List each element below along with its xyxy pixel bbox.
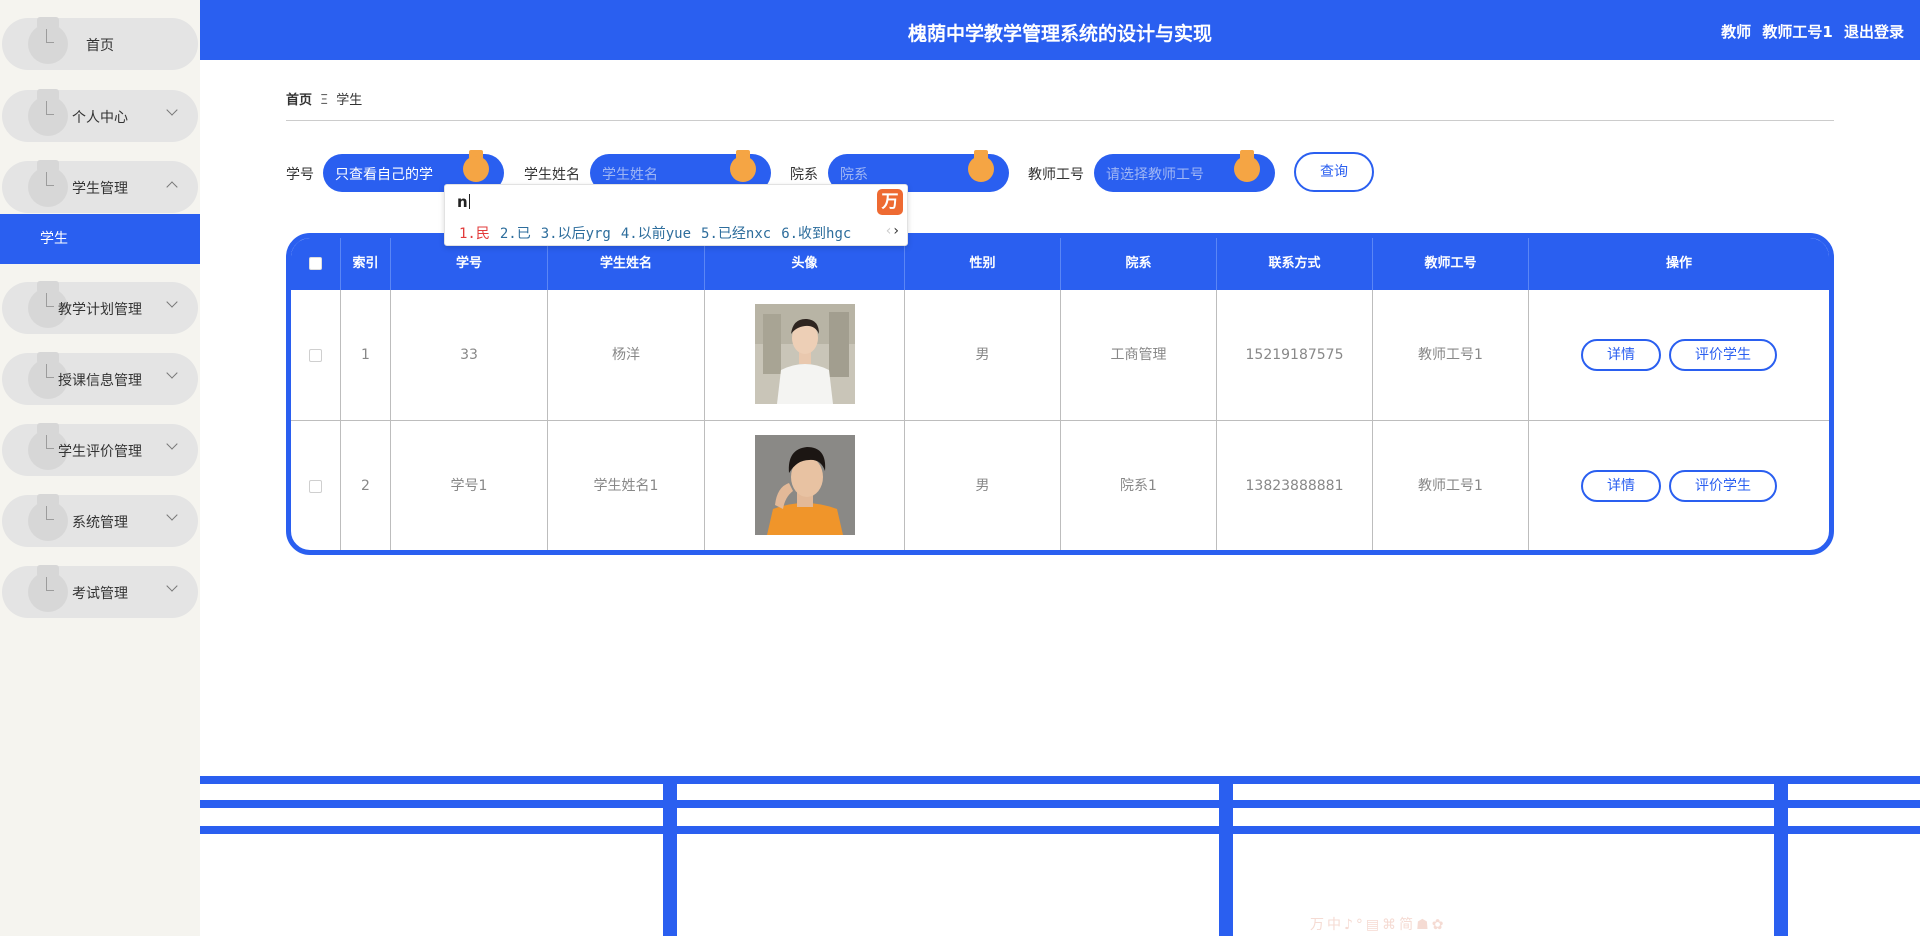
breadcrumb-current: 学生 xyxy=(336,93,363,108)
sidebar-item-personal-center[interactable]: 个人中心 xyxy=(2,89,198,142)
input-badge-icon xyxy=(968,150,994,184)
student-no-value: 只查看自己的学 xyxy=(335,167,433,183)
cell-phone: 13823888881 xyxy=(1217,421,1373,550)
checkbox-icon[interactable] xyxy=(309,479,322,493)
user-role: 教师 xyxy=(1721,23,1752,41)
sidebar-item-course-info[interactable]: 授课信息管理 xyxy=(2,352,198,405)
table-row: 2 学号1 学生姓名1 男 院系1 13823888881 教师工号1 详情 评价… xyxy=(291,421,1829,550)
decorative-post xyxy=(1774,776,1788,936)
row-select-cell[interactable] xyxy=(291,290,341,421)
cell-name: 学生姓名1 xyxy=(548,421,705,550)
evaluate-student-button[interactable]: 评价学生 xyxy=(1669,339,1777,371)
breadcrumb-separator: Ξ xyxy=(320,93,329,108)
row-select-cell[interactable] xyxy=(291,421,341,550)
header-select-all[interactable] xyxy=(291,238,341,290)
department-label: 院系 xyxy=(790,167,818,183)
student-name-label: 学生姓名 xyxy=(524,167,580,183)
department-placeholder: 院系 xyxy=(840,167,868,183)
sidebar-item-student-evaluation[interactable]: 学生评价管理 xyxy=(2,423,198,476)
ime-candidate[interactable]: 3.以后yrg xyxy=(541,226,611,242)
sidebar-item-teaching-plan[interactable]: 教学计划管理 xyxy=(2,281,198,334)
student-name-placeholder: 学生姓名 xyxy=(602,167,658,183)
logout-link[interactable]: 退出登录 xyxy=(1844,23,1904,41)
ime-candidate-popup: n 万 1.民 2.已 3.以后yrg 4.以前yue 5.已经nxc 6.收到hgc ‹… xyxy=(444,184,908,246)
cell-avatar xyxy=(705,290,905,421)
breadcrumb-divider xyxy=(286,120,1834,121)
decorative-post xyxy=(1219,776,1233,936)
decorative-bar xyxy=(200,776,1920,784)
input-badge-icon xyxy=(730,150,756,184)
breadcrumb: 首页 Ξ 学生 xyxy=(286,89,362,108)
column-header: 教师工号 xyxy=(1373,238,1529,290)
decorative-bar xyxy=(200,800,1920,808)
input-badge-icon xyxy=(1234,150,1260,184)
sidebar-item-home[interactable]: 首页 xyxy=(2,17,198,70)
cell-actions: 详情 评价学生 xyxy=(1529,290,1829,421)
decorative-bar xyxy=(200,826,1920,834)
sidebar-subitem-student[interactable]: 学生 xyxy=(0,214,200,264)
cell-student-no: 学号1 xyxy=(391,421,548,550)
input-badge-icon xyxy=(463,150,489,184)
cell-gender: 男 xyxy=(905,290,1061,421)
detail-button[interactable]: 详情 xyxy=(1581,470,1661,502)
ime-candidate[interactable]: 5.已经nxc xyxy=(701,226,771,242)
cell-gender: 男 xyxy=(905,421,1061,550)
avatar[interactable] xyxy=(754,435,855,535)
column-header: 性别 xyxy=(905,238,1061,290)
user-info: 教师 教师工号1 退出登录 xyxy=(1715,21,1904,42)
sidebar-item-exam-management[interactable]: 考试管理 xyxy=(2,565,198,618)
ime-logo-icon[interactable]: 万 xyxy=(877,189,903,215)
ime-candidates: 1.民 2.已 3.以后yrg 4.以前yue 5.已经nxc 6.收到hgc xyxy=(459,223,861,243)
cell-department: 工商管理 xyxy=(1061,290,1217,421)
table-row: 1 33 杨洋 男 工商管理 15219187575 教师工号1 详情 评价学生 xyxy=(291,290,1829,421)
query-button[interactable]: 查询 xyxy=(1294,152,1374,192)
cell-avatar xyxy=(705,421,905,550)
column-header: 院系 xyxy=(1061,238,1217,290)
ime-status-tray[interactable]: 万中♪°▤⌘简☗✿ xyxy=(1310,914,1446,934)
top-header: 槐荫中学教学管理系统的设计与实现 教师 教师工号1 退出登录 xyxy=(200,0,1920,60)
student-table: 索引 学号 学生姓名 头像 性别 院系 联系方式 教师工号 操作 1 33 杨洋 xyxy=(286,233,1834,555)
cell-index: 1 xyxy=(341,290,391,421)
ime-composition: n xyxy=(457,193,468,211)
chevron-left-icon[interactable]: ‹ xyxy=(886,223,892,239)
cell-index: 2 xyxy=(341,421,391,550)
column-header: 操作 xyxy=(1665,256,1692,271)
chevron-right-icon[interactable]: › xyxy=(893,223,899,239)
cell-teacher-no: 教师工号1 xyxy=(1373,421,1529,550)
cell-phone: 15219187575 xyxy=(1217,290,1373,421)
breadcrumb-home[interactable]: 首页 xyxy=(286,93,312,108)
sidebar-item-system-management[interactable]: 系统管理 xyxy=(2,494,198,547)
decorative-post xyxy=(663,776,677,936)
detail-button[interactable]: 详情 xyxy=(1581,339,1661,371)
student-no-label: 学号 xyxy=(286,167,314,183)
ime-candidate[interactable]: 6.收到hgc xyxy=(781,226,851,242)
user-name: 教师工号1 xyxy=(1762,23,1833,41)
ime-candidate[interactable]: 4.以前yue xyxy=(621,226,691,242)
sidebar-item-student-management[interactable]: 学生管理 xyxy=(2,160,198,213)
avatar[interactable] xyxy=(754,304,855,404)
sidebar: 首页 个人中心 学生管理 学生 教学计划管理 授课信息管理 学生评价管理 系统管… xyxy=(0,0,200,936)
cell-student-no: 33 xyxy=(391,290,548,421)
cell-department: 院系1 xyxy=(1061,421,1217,550)
ime-candidate[interactable]: 2.已 xyxy=(500,226,531,242)
ime-page-arrows: ‹ › xyxy=(886,223,899,239)
cell-teacher-no: 教师工号1 xyxy=(1373,290,1529,421)
column-header: 索引 xyxy=(341,238,391,290)
checkbox-icon[interactable] xyxy=(309,257,322,270)
ime-candidate[interactable]: 1.民 xyxy=(459,226,490,242)
teacher-no-label: 教师工号 xyxy=(1028,167,1084,183)
evaluate-student-button[interactable]: 评价学生 xyxy=(1669,470,1777,502)
teacher-no-placeholder: 请选择教师工号 xyxy=(1106,167,1204,183)
sidebar-item-label: 首页 xyxy=(86,38,114,54)
app-title: 槐荫中学教学管理系统的设计与实现 xyxy=(907,23,1212,45)
teacher-no-select[interactable]: 请选择教师工号 xyxy=(1094,150,1275,192)
column-header: 联系方式 xyxy=(1217,238,1373,290)
checkbox-icon[interactable] xyxy=(309,348,322,362)
cell-name: 杨洋 xyxy=(548,290,705,421)
cell-actions: 详情 评价学生 xyxy=(1529,421,1829,550)
